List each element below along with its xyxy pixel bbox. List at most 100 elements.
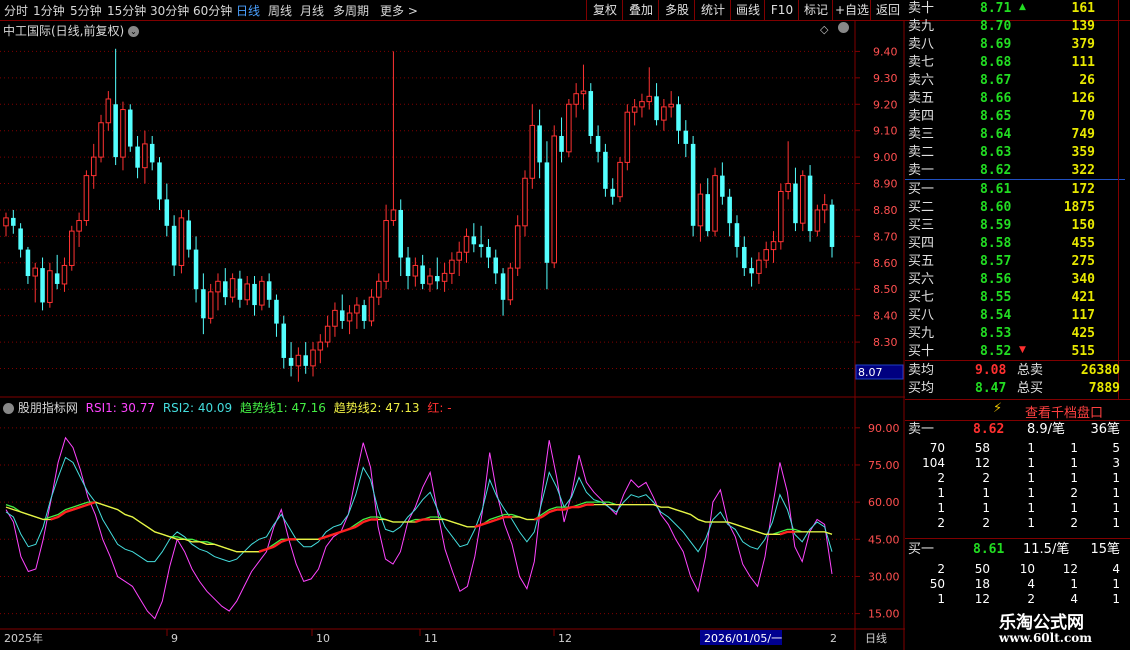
candle-up xyxy=(346,312,353,322)
sell-queue: 卖一 8.62 8.9/笔 36笔 70 58 1 1 5 104 12 1 1 3 2 2 1 1 1 1 1… xyxy=(905,421,1130,539)
price-tick-label: 8.50 xyxy=(873,283,898,296)
multi-stock-button[interactable]: 多股 xyxy=(658,0,695,20)
candle-up xyxy=(215,280,221,293)
sell-level-row[interactable]: 卖九 8.70 139 xyxy=(905,18,1130,36)
statistics-button[interactable]: 统计 xyxy=(694,0,731,20)
chevron-down-icon[interactable] xyxy=(838,22,849,36)
candle-down xyxy=(237,278,243,300)
lightning-icon: ⚡ xyxy=(993,401,1003,416)
queue-cell: 5 xyxy=(1112,441,1120,455)
view-depth-link[interactable]: 查看千档盘口 xyxy=(1025,402,1103,421)
legend-red: 红: - xyxy=(427,401,452,415)
buy-level-row[interactable]: 买四 8.58 455 xyxy=(905,235,1130,253)
sell-level-price: 8.68 xyxy=(980,55,1012,70)
depth-link-row[interactable]: ⚡ 查看千档盘口 xyxy=(905,399,1130,421)
candle-up xyxy=(69,230,75,266)
indicator-tick-label: 45.00 xyxy=(868,533,900,546)
candle-down xyxy=(223,281,228,298)
buy-level-row[interactable]: 买七 8.55 421 xyxy=(905,289,1130,307)
candle-up xyxy=(785,183,791,192)
mark-button[interactable]: 标记 xyxy=(798,0,833,20)
queue-cell: 1 xyxy=(937,486,945,500)
candle-up xyxy=(463,235,470,253)
price-tick-label: 9.30 xyxy=(873,72,898,85)
queue-cell: 2 xyxy=(982,471,990,485)
buy-level-volume: 172 xyxy=(1071,182,1095,197)
draw-line-button[interactable]: 画线 xyxy=(730,0,765,20)
period-button-more[interactable]: 更多 > xyxy=(380,2,418,19)
period-button-15min[interactable]: 15分钟 xyxy=(107,2,146,19)
queue-cell: 70 xyxy=(929,441,945,455)
candle-up xyxy=(821,204,828,211)
period-button-monthly[interactable]: 月线 xyxy=(300,2,324,19)
buy-level-row[interactable]: 买一 8.61 172 xyxy=(905,181,1130,199)
buy-level-row[interactable]: 买二 8.60 1875 xyxy=(905,199,1130,217)
gear-icon[interactable] xyxy=(3,403,14,414)
candle-up xyxy=(639,101,645,108)
date-label-year: 2025年 xyxy=(4,631,43,645)
candle-up xyxy=(412,264,419,277)
sell-level-row[interactable]: 卖二 8.63 359 xyxy=(905,144,1130,162)
back-button[interactable]: 返回 xyxy=(870,0,905,20)
arrow-up-icon: ▲ xyxy=(1019,2,1026,12)
buy-level-row[interactable]: 买十 8.52 515 ▼ xyxy=(905,343,1130,361)
buy-level-price: 8.61 xyxy=(980,182,1012,197)
buy-level-row[interactable]: 买五 8.57 275 xyxy=(905,253,1130,271)
candle-down xyxy=(559,135,564,152)
sell-level-row[interactable]: 卖四 8.65 70 xyxy=(905,108,1130,126)
candle-up xyxy=(778,190,784,243)
candle-down xyxy=(157,162,162,200)
candle-down xyxy=(720,175,725,197)
sell-level-row[interactable]: 卖五 8.66 126 xyxy=(905,90,1130,108)
queue-cell: 1 xyxy=(937,592,945,606)
f10-button[interactable]: F10 xyxy=(764,0,799,20)
period-button-weekly[interactable]: 周线 xyxy=(268,2,292,19)
period-button-daily[interactable]: 日线 xyxy=(236,2,260,19)
price-tick-label: 8.40 xyxy=(873,310,898,323)
sell-level-price: 8.69 xyxy=(980,37,1012,52)
candle-down xyxy=(435,276,440,282)
candle-up xyxy=(354,304,360,314)
diamond-icon[interactable]: ◇ xyxy=(820,23,828,36)
overlay-button[interactable]: 叠加 xyxy=(622,0,659,20)
queue-cell: 4 xyxy=(1070,592,1078,606)
buy-total: 7889 xyxy=(1088,381,1120,396)
sell-level-row[interactable]: 卖三 8.64 749 xyxy=(905,126,1130,144)
add-watchlist-button[interactable]: +自选 xyxy=(832,0,871,20)
candle-down xyxy=(610,188,615,197)
sell-level-row[interactable]: 卖一 8.62 322 xyxy=(905,162,1130,180)
candle-down xyxy=(361,305,367,321)
buy-level-row[interactable]: 买九 8.53 425 xyxy=(905,325,1130,343)
period-button-60min[interactable]: 60分钟 xyxy=(193,2,232,19)
candle-down xyxy=(742,246,747,269)
period-button-1min[interactable]: 1分钟 xyxy=(33,2,65,19)
sell-level-row[interactable]: 卖六 8.67 26 xyxy=(905,72,1130,90)
buy-level-row[interactable]: 买六 8.56 340 xyxy=(905,271,1130,289)
period-button-30min[interactable]: 30分钟 xyxy=(150,2,189,19)
buy-level-row[interactable]: 买八 8.54 117 xyxy=(905,307,1130,325)
sell-level-price: 8.62 xyxy=(980,163,1012,178)
candle-up xyxy=(61,264,68,285)
chart-area: 9.40 9.30 9.20 9.10 9.00 8.90 8.80 8.70 8.60 8.50… xyxy=(0,20,905,650)
period-button-5min[interactable]: 5分钟 xyxy=(70,2,102,19)
queue-buy-label: 买一 xyxy=(908,542,935,557)
order-avg-block: 卖均 9.08 总卖 26380 买均 8.47 总买 7889 xyxy=(905,360,1130,401)
queue-sell-price: 8.62 xyxy=(973,422,1005,437)
candle-down xyxy=(135,146,140,168)
sell-level-row[interactable]: 卖八 8.69 379 xyxy=(905,36,1130,54)
chevron-down-icon[interactable]: ⌄ xyxy=(128,26,140,37)
queue-cell: 1 xyxy=(1070,441,1078,455)
period-button-multi[interactable]: 多周期 xyxy=(333,2,369,19)
price-tick-label: 9.00 xyxy=(873,151,898,164)
sell-level-row[interactable]: 卖七 8.68 111 xyxy=(905,54,1130,72)
fuquan-button[interactable]: 复权 xyxy=(586,0,623,20)
watermark-name: 乐淘公式网 xyxy=(999,613,1084,633)
indicator-legend: 股朋指标网 RSI1: 30.77 RSI2: 40.09 趋势线1: 47.1… xyxy=(3,399,452,416)
buy-level-row[interactable]: 买三 8.59 150 xyxy=(905,217,1130,235)
sell-level-label: 卖十 xyxy=(908,1,935,16)
period-button-fenshi[interactable]: 分时 xyxy=(4,2,28,19)
candle-up xyxy=(514,225,521,269)
sell-level-row[interactable]: 卖十 8.71 161 ▲ xyxy=(905,0,1130,18)
period-indicator[interactable]: 日线 xyxy=(865,631,887,645)
candle-up xyxy=(566,103,572,153)
